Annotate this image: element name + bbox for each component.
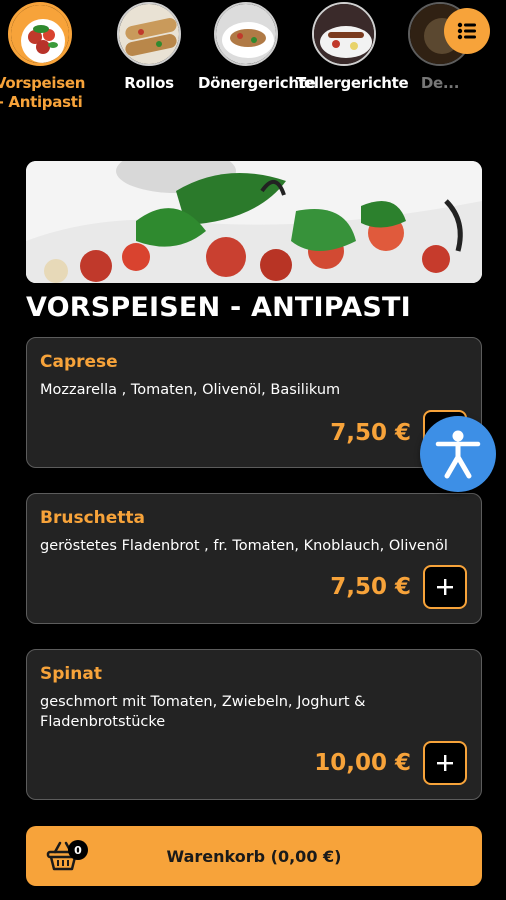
menu-item-card[interactable]: Spinat geschmort mit Tomaten, Zwiebeln, …	[26, 649, 482, 800]
menu-item-card[interactable]: Bruschetta geröstetes Fladenbrot , fr. T…	[26, 493, 482, 624]
cart-label: Warenkorb (0,00 €)	[166, 847, 342, 866]
add-to-cart-button[interactable]	[423, 565, 467, 609]
item-price: 10,00 €	[314, 750, 411, 776]
category-hero-image	[26, 161, 482, 283]
category-doenergerichte[interactable]: Dönergerichte	[198, 2, 316, 93]
accessibility-button[interactable]	[420, 416, 496, 492]
add-to-cart-button[interactable]	[423, 741, 467, 785]
category-rollos[interactable]: Rollos	[101, 2, 197, 93]
item-name: Bruschetta	[40, 508, 145, 528]
item-name: Spinat	[40, 664, 102, 684]
item-price: 7,50 €	[330, 420, 411, 446]
category-label: Dönergerichte	[198, 74, 316, 92]
accessibility-icon	[435, 430, 481, 479]
item-description: geröstetes Fladenbrot , fr. Tomaten, Kno…	[40, 538, 448, 554]
section-title: VORSPEISEN - ANTIPASTI	[26, 292, 411, 323]
menu-item-card[interactable]: Caprese Mozzarella , Tomaten, Olivenöl, …	[26, 337, 482, 468]
category-thumbnail	[8, 2, 72, 66]
category-thumbnail	[214, 2, 278, 66]
cart-button[interactable]: 0 Warenkorb (0,00 €)	[26, 826, 482, 886]
item-name: Caprese	[40, 352, 118, 372]
category-vorspeisen[interactable]: Vorspeisen - Antipasti	[0, 2, 88, 112]
category-thumbnail	[312, 2, 376, 66]
category-menu-button[interactable]	[444, 8, 490, 54]
category-label: Rollos	[124, 74, 174, 92]
list-icon	[457, 22, 476, 40]
category-tellergerichte[interactable]: Tellergerichte	[296, 2, 409, 93]
item-description: Mozzarella , Tomaten, Olivenöl, Basiliku…	[40, 382, 341, 398]
category-label: Tellergerichte	[296, 74, 409, 92]
plus-icon	[437, 755, 453, 771]
category-strip: Vorspeisen - Antipasti Rollos Dönergeric…	[0, 0, 506, 130]
category-label: Vorspeisen - Antipasti	[0, 74, 86, 111]
item-price: 7,50 €	[330, 574, 411, 600]
item-description: geschmort mit Tomaten, Zwiebeln, Joghurt…	[40, 694, 366, 730]
plus-icon	[437, 579, 453, 595]
category-label: De...	[420, 74, 460, 92]
category-thumbnail	[117, 2, 181, 66]
